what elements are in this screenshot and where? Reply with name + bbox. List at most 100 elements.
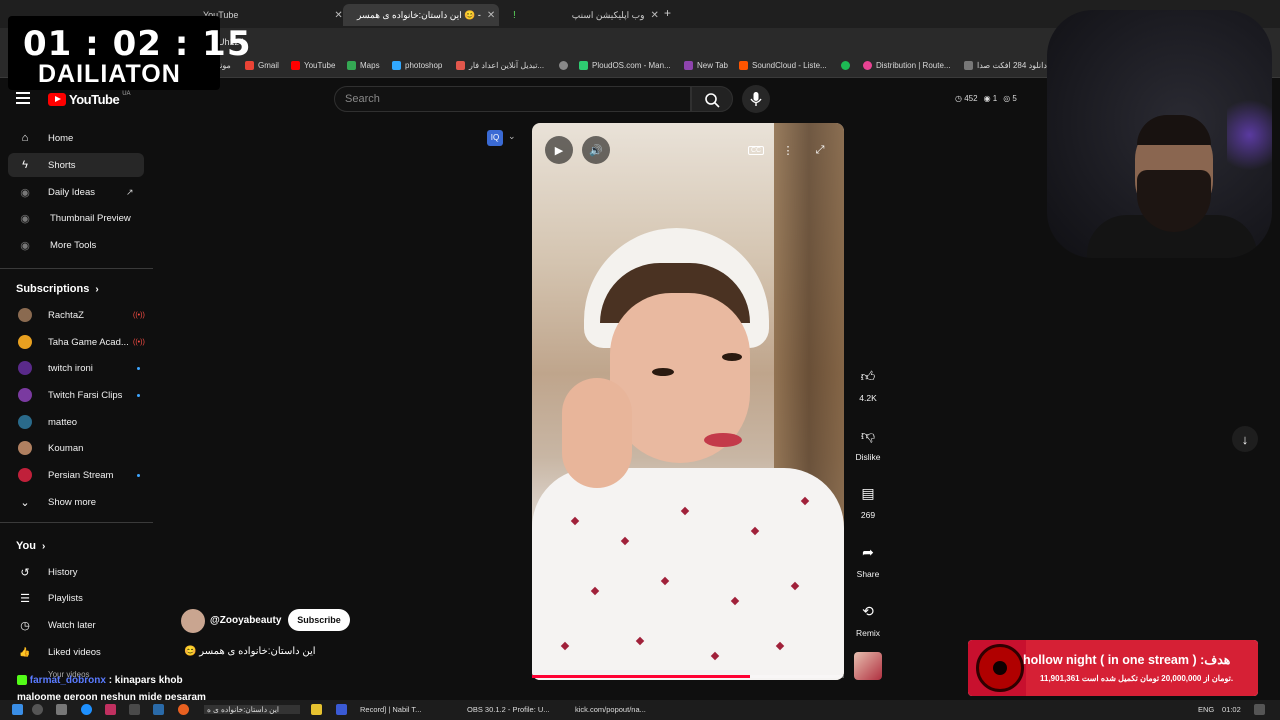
subscriptions-heading[interactable]: Subscriptions › [16,283,99,295]
comment-icon: ▤ [861,484,875,501]
bookmark-converter[interactable]: تبدیل آنلاین اعداد فار... [456,61,544,70]
sharingan-icon [976,644,1024,692]
new-tab-button[interactable]: + [664,6,671,20]
extension-icon[interactable]: IQ [487,130,503,146]
chevron-down-icon[interactable]: ⌄ [508,131,516,142]
sidebar-item-watch-later[interactable]: ◷ Watch later [8,613,144,637]
channel-avatar[interactable] [181,609,205,633]
subscription-item[interactable]: RachtaZ ((•)) [8,303,145,327]
bookmark-photoshop[interactable]: photoshop [392,61,442,70]
sidebar-item-playlists[interactable]: ☰ Playlists [8,586,144,610]
remix-icon: ⟲ [862,602,874,619]
bookmark-maps[interactable]: Maps [347,61,380,70]
dislike-button[interactable]: 👎︎ Dislike [850,420,886,463]
fullscreen-button[interactable]: ⤢ [806,136,834,164]
video-progress-bar[interactable] [532,675,844,678]
show-more-button[interactable]: ⌄ Show more [8,490,144,514]
thumbs-down-icon: 👎︎ [860,426,876,443]
remix-button[interactable]: ⟲ Remix [850,596,886,639]
bookmark-youtube[interactable]: YouTube [291,61,335,70]
timer-time: 01 : 02 : 15 [23,24,252,64]
tab-label: وب اپلیکیشن اسنپ [571,9,645,20]
volume-button[interactable]: 🔊 [582,136,610,164]
tab-snapp[interactable]: ! وب اپلیکیشن اسنپ ✕ [505,4,659,26]
sidebar-divider [0,268,153,269]
globe-icon [559,61,568,70]
sidebar-item-shorts[interactable]: ϟ Shorts [8,153,144,177]
subscription-item[interactable]: matteo [8,410,144,434]
subscription-item[interactable]: twitch ironi [8,356,144,380]
subscription-item[interactable]: Twitch Farsi Clips [8,383,144,407]
taskbar-item-browser[interactable]: این داستان:خانواده ی ه [204,705,300,714]
youtube-icon [291,61,300,70]
steam-icon[interactable] [153,704,164,715]
notification-icon[interactable] [1254,704,1265,715]
close-icon[interactable]: ✕ [650,10,658,21]
firefox-icon[interactable] [178,704,189,715]
bookmark-ploudos[interactable]: PloudOS.com - Man... [579,61,671,70]
chevron-down-icon: ⌄ [20,496,30,509]
next-video-button[interactable]: ↓ [1232,426,1258,452]
windows-start-icon[interactable] [12,704,23,715]
captions-button[interactable]: CC [742,136,770,164]
search-input[interactable]: Search [334,86,691,112]
app-icon[interactable] [311,704,322,715]
new-content-dot [137,473,140,477]
spotify-icon [841,61,850,70]
taskbar-item-discord[interactable]: Record] | Nabil T... [360,705,421,714]
voice-search-button[interactable] [742,85,770,113]
close-icon[interactable]: ✕ [334,10,342,21]
audio-thumbnail[interactable] [854,652,882,680]
share-button[interactable]: ➦ Share [850,537,886,580]
more-vertical-icon: ⋮ [782,144,794,157]
close-icon[interactable]: ✕ [487,10,495,21]
system-clock[interactable]: 01:02 [1222,705,1241,714]
bookmark-distribution[interactable]: Distribution | Route... [863,61,951,70]
comments-button[interactable]: ▤ 269 [850,478,886,521]
photoshop-icon[interactable] [336,704,347,715]
tab-active-video[interactable]: این داستان:خانواده ی همسر 😊 - ✕ [343,4,499,26]
shorts-video-player[interactable]: ▶ 🔊 CC ⋮ ⤢ [532,123,844,680]
task-view-icon[interactable] [56,704,67,715]
sidebar-item-liked-videos[interactable]: 👍 Liked videos [8,640,144,664]
menu-icon[interactable] [16,92,30,104]
logo-text: YouTube [69,92,120,107]
bookmark-globe[interactable] [559,61,568,70]
youtube-logo[interactable]: YouTube UA [48,91,131,107]
comment-count: 269 [860,510,876,520]
play-button[interactable]: ▶ [545,136,573,164]
subscription-item[interactable]: Persian Stream [8,463,144,487]
like-button[interactable]: 👍︎ 4.2K [850,361,886,404]
sidebar-item-daily-ideas[interactable]: ◉ Daily Ideas ↗ [8,180,144,204]
video-title: این داستان:خانواده ی همسر 😊 [184,646,316,657]
subscription-item[interactable]: Kouman [8,436,144,460]
microphone-icon [750,92,762,106]
sidebar-item-history[interactable]: ↺ History [8,560,144,584]
stat-b: ◉ 1 [983,94,998,103]
channel-avatar [18,388,32,402]
sidebar-item-thumbnail-preview[interactable]: ◉ Thumbnail Preview [8,206,144,230]
app-icon[interactable] [129,704,140,715]
sidebar-item-more-tools[interactable]: ◉ More Tools [8,233,144,257]
you-heading[interactable]: You › [16,540,45,552]
input-language[interactable]: ENG [1198,705,1214,714]
sidebar-item-home[interactable]: ⌂ Home [8,126,144,150]
share-label: Share [856,569,880,579]
bookmark-soundcloud[interactable]: SoundCloud - Liste... [739,61,827,70]
subscription-item[interactable]: Taha Game Acad... ((•)) [8,330,145,354]
taskbar-item-kick[interactable]: kick.com/popout/na... [575,705,646,714]
search-button[interactable] [691,86,733,112]
subscribe-button[interactable]: Subscribe [288,609,350,631]
app-icon[interactable] [105,704,116,715]
donation-goal-widget [968,640,1258,696]
bookmark-new-tab[interactable]: New Tab [684,61,728,70]
taskbar-item-obs[interactable]: OBS 30.1.2 - Profile: U... [467,705,550,714]
chevron-right-icon: › [41,540,46,552]
channel-name[interactable]: @Zooyabeauty [210,615,281,626]
bookmark-sfx[interactable]: دانلود 284 افکت صدا... [964,61,1054,70]
edge-icon[interactable] [81,704,92,715]
bookmark-spotify[interactable] [841,61,850,70]
ideas-icon: ◉ [20,186,30,199]
more-options-button[interactable]: ⋮ [774,136,802,164]
search-icon[interactable] [32,704,43,715]
